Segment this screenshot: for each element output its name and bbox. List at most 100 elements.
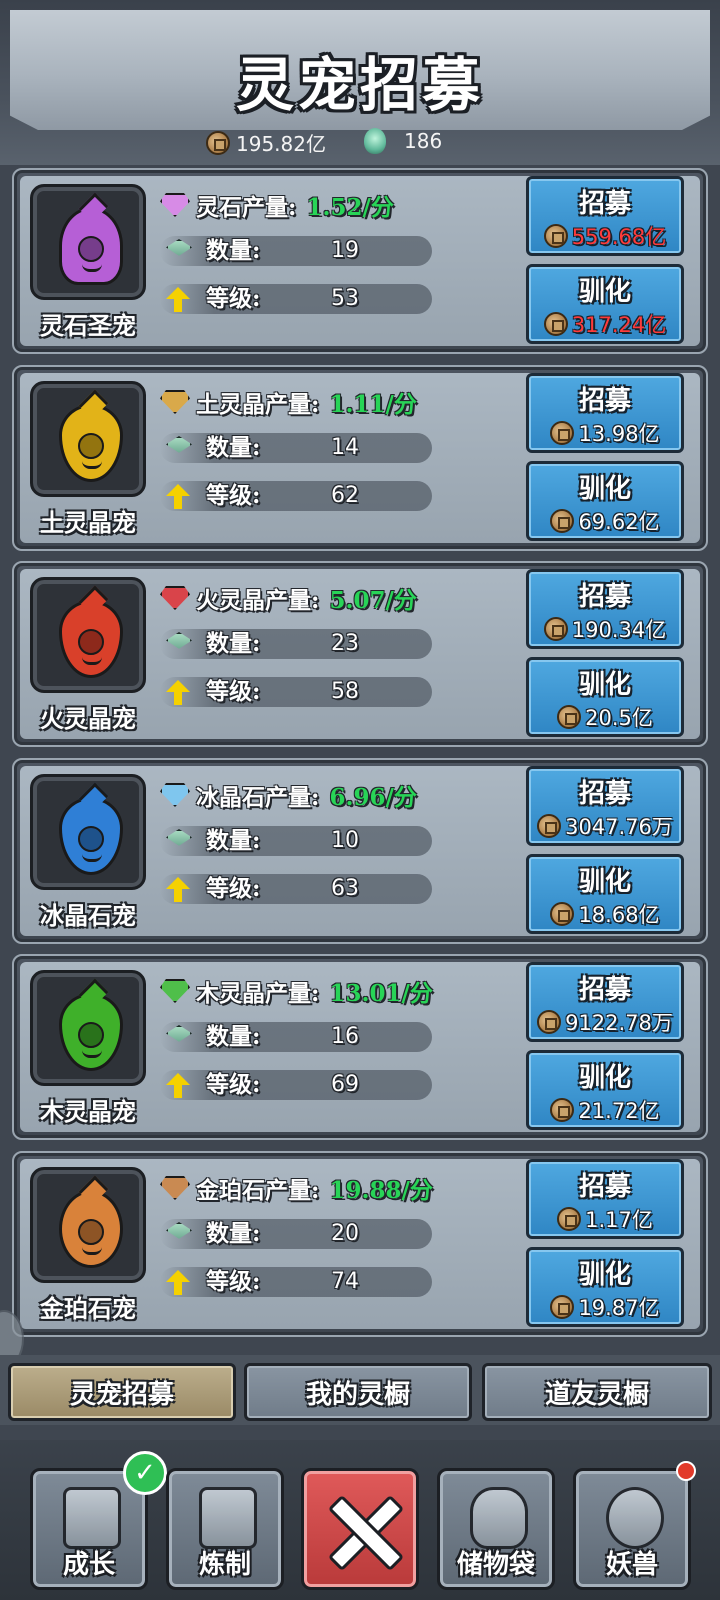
- count-label: 数量:: [206, 237, 261, 264]
- level-label: 等级:: [206, 1268, 261, 1295]
- level-label: 等级:: [206, 678, 261, 705]
- coin-icon: [543, 617, 568, 641]
- close-button[interactable]: [301, 1468, 419, 1590]
- pet-eye: [78, 629, 104, 655]
- tab-pet-recruit[interactable]: 灵宠招募: [8, 1363, 236, 1421]
- count-row: 数量: 20: [160, 1219, 432, 1249]
- production-rate: 火灵晶产量: 5.07/分: [160, 581, 530, 615]
- pet-sprite-icon: [59, 993, 123, 1071]
- coin-icon: [550, 1098, 575, 1122]
- tame-button[interactable]: 驯化 18.68亿: [526, 854, 684, 934]
- pet-card: 木灵晶宠 木灵晶产量: 13.01/分 数量: 16 等级: 69 招募 912…: [12, 954, 708, 1140]
- tab-my-pet-cabinet[interactable]: 我的灵橱: [244, 1363, 472, 1421]
- count-value: 23: [331, 631, 359, 656]
- bottom-nav: ✓ 成长 炼制 储物袋 妖兽: [0, 1440, 720, 1600]
- count-label: 数量:: [206, 1220, 261, 1247]
- pet-portrait[interactable]: [30, 184, 146, 300]
- level-row: 等级: 74: [160, 1267, 432, 1297]
- tame-cost-value: 20.5亿: [585, 706, 653, 730]
- pet-portrait[interactable]: [30, 381, 146, 497]
- level-row: 等级: 53: [160, 284, 432, 314]
- level-row: 等级: 62: [160, 481, 432, 511]
- tame-button[interactable]: 驯化 20.5亿: [526, 657, 684, 737]
- pet-portrait[interactable]: [30, 774, 146, 890]
- spirit-soul-icon: [364, 128, 386, 154]
- tame-button[interactable]: 驯化 19.87亿: [526, 1247, 684, 1327]
- resource-gem-icon: [160, 783, 190, 807]
- tame-cost: 20.5亿: [529, 702, 681, 732]
- pet-name: 火灵晶宠: [40, 704, 136, 733]
- coin-icon: [557, 705, 582, 729]
- nav-label: 储物袋: [456, 1550, 535, 1580]
- coin-icon: [550, 1295, 575, 1319]
- tab-friend-pet-cabinet[interactable]: 道友灵橱: [482, 1363, 712, 1421]
- pet-body: [59, 993, 123, 1071]
- count-row: 数量: 14: [160, 433, 432, 463]
- pet-mouth: [82, 1050, 102, 1058]
- nav-storage-bag-button[interactable]: 储物袋: [437, 1468, 555, 1590]
- production-label: 冰晶石产量:: [196, 784, 320, 811]
- count-row: 数量: 10: [160, 826, 432, 856]
- recruit-cost-value: 559.68亿: [571, 225, 667, 249]
- tame-button[interactable]: 驯化 21.72亿: [526, 1050, 684, 1130]
- recruit-label: 招募: [578, 779, 631, 809]
- recruit-cost-value: 13.98亿: [578, 422, 660, 446]
- production-value: 19.88/分: [329, 1177, 433, 1204]
- tame-button[interactable]: 驯化 317.24亿: [526, 264, 684, 344]
- pet-mouth: [82, 854, 102, 862]
- count-value: 20: [331, 1221, 359, 1246]
- nav-growth-button[interactable]: ✓ 成长: [30, 1451, 167, 1590]
- recruit-button[interactable]: 招募 9122.78万: [526, 962, 684, 1042]
- recruit-button[interactable]: 招募 13.98亿: [526, 373, 684, 453]
- resource-gem-icon: [160, 193, 190, 217]
- recruit-button[interactable]: 招募 190.34亿: [526, 569, 684, 649]
- pet-portrait[interactable]: [30, 1167, 146, 1283]
- tame-label: 驯化: [578, 670, 631, 700]
- pet-mouth: [82, 264, 102, 272]
- production-rate: 木灵晶产量: 13.01/分: [160, 974, 530, 1008]
- tab-label: 道友灵橱: [544, 1379, 649, 1410]
- tame-cost: 317.24亿: [529, 309, 681, 339]
- level-value: 63: [331, 876, 359, 901]
- pet-portrait[interactable]: [30, 970, 146, 1086]
- pet-portrait[interactable]: [30, 577, 146, 693]
- pet-sprite-icon: [59, 207, 123, 285]
- level-up-arrow-icon: [166, 680, 192, 705]
- recruit-button[interactable]: 招募 3047.76万: [526, 766, 684, 846]
- page-title: 灵宠招募: [235, 51, 484, 119]
- recruit-button[interactable]: 招募 559.68亿: [526, 176, 684, 256]
- coin-icon: [550, 421, 575, 445]
- recruit-cost-value: 190.34亿: [571, 618, 667, 642]
- production-label: 土灵晶产量:: [196, 391, 320, 418]
- nav-refine-button[interactable]: 炼制: [166, 1468, 284, 1590]
- production-rate: 土灵晶产量: 1.11/分: [160, 385, 530, 419]
- coin-balance: 195.82亿: [206, 128, 326, 157]
- production-label: 木灵晶产量:: [196, 980, 320, 1007]
- recruit-cost-value: 1.17亿: [585, 1208, 653, 1232]
- nav-label: 成长: [62, 1550, 115, 1580]
- count-row: 数量: 23: [160, 629, 432, 659]
- pet-sprite-icon: [59, 1190, 123, 1268]
- count-label: 数量:: [206, 630, 261, 657]
- pet-name: 土灵晶宠: [40, 508, 136, 537]
- coin-icon: [557, 1207, 582, 1231]
- pet-body: [59, 207, 123, 285]
- pet-eye: [78, 1219, 104, 1245]
- resource-gem-icon: [160, 1176, 190, 1200]
- level-label: 等级:: [206, 875, 261, 902]
- pet-body: [59, 797, 123, 875]
- pet-card: 金珀石宠 金珀石产量: 19.88/分 数量: 20 等级: 74 招募 1.1…: [12, 1151, 708, 1337]
- level-row: 等级: 63: [160, 874, 432, 904]
- soul-balance: 186: [364, 128, 442, 154]
- count-row: 数量: 16: [160, 1022, 432, 1052]
- tame-button[interactable]: 驯化 69.62亿: [526, 461, 684, 541]
- tame-label: 驯化: [578, 474, 631, 504]
- recruit-cost: 13.98亿: [529, 418, 681, 448]
- count-label: 数量:: [206, 827, 261, 854]
- tame-cost-value: 69.62亿: [578, 510, 660, 534]
- pet-eye: [78, 236, 104, 262]
- recruit-button[interactable]: 招募 1.17亿: [526, 1159, 684, 1239]
- pet-card: 冰晶石宠 冰晶石产量: 6.96/分 数量: 10 等级: 63 招募 3047…: [12, 758, 708, 944]
- recruit-cost: 3047.76万: [529, 811, 681, 841]
- nav-beast-button[interactable]: 妖兽: [573, 1461, 696, 1590]
